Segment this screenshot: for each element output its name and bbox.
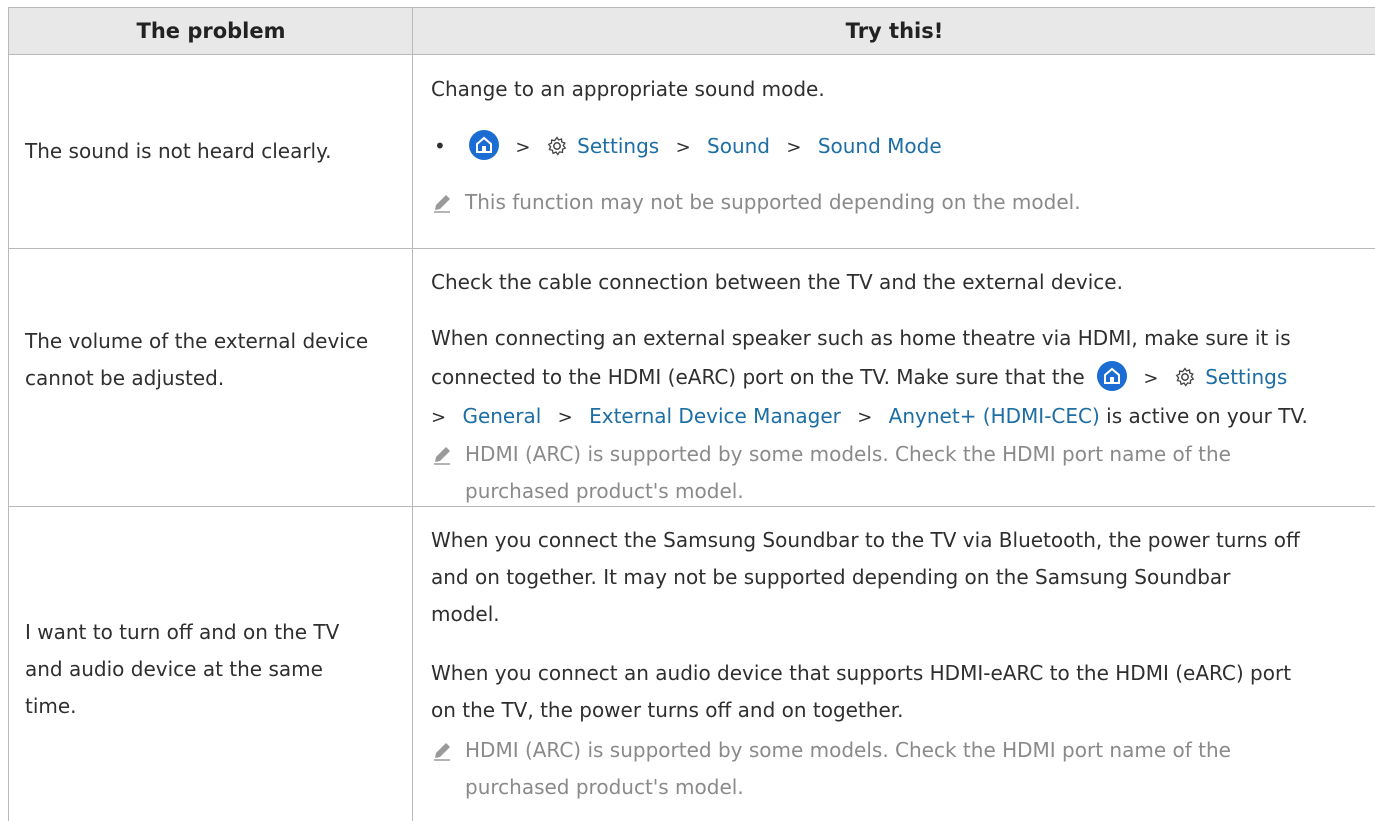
gear-icon [1175, 367, 1195, 387]
solution-text: When you connect an audio device that su… [431, 661, 1292, 722]
menu-path: • > Settings > Sound > Sound Mode [431, 128, 942, 166]
chevron-right-icon: > [857, 407, 873, 428]
problem-text: I want to turn off and on the TV and aud… [25, 620, 340, 718]
header-try-this: Try this! [845, 19, 944, 43]
solution-text: Check the cable connection between the T… [431, 270, 1123, 294]
settings-link[interactable]: Settings [577, 134, 659, 158]
table-row: The volume of the external device cannot… [9, 249, 1375, 507]
chevron-right-icon: > [1143, 368, 1159, 389]
pencil-icon [434, 743, 450, 761]
chevron-right-icon: > [431, 407, 447, 428]
solution-text: Change to an appropriate sound mode. [431, 77, 825, 101]
solution-text: connected to the HDMI (eARC) port on the… [431, 359, 1287, 397]
note: HDMI (ARC) is supported by some models. … [431, 436, 1231, 510]
external-device-manager-link[interactable]: External Device Manager [589, 404, 841, 428]
table-row: The sound is not heard clearly. Change t… [9, 55, 1375, 249]
column-divider [412, 7, 413, 821]
chevron-right-icon: > [675, 137, 691, 158]
note: HDMI (ARC) is supported by some models. … [431, 732, 1231, 806]
solution-text: When connecting an external speaker such… [431, 326, 1291, 350]
chevron-right-icon: > [515, 137, 531, 158]
problem-text: The volume of the external device cannot… [25, 329, 369, 390]
header-problem: The problem [136, 19, 286, 43]
pencil-icon [434, 195, 450, 213]
general-link[interactable]: General [462, 404, 541, 428]
gear-icon [547, 136, 567, 156]
bullet: • [434, 134, 446, 158]
sound-mode-link[interactable]: Sound Mode [818, 134, 942, 158]
home-icon[interactable] [469, 130, 499, 160]
settings-link[interactable]: Settings [1205, 365, 1287, 389]
pencil-icon [434, 447, 450, 465]
chevron-right-icon: > [786, 137, 802, 158]
table-row: I want to turn off and on the TV and aud… [9, 507, 1375, 821]
chevron-right-icon: > [557, 407, 573, 428]
table-header: The problem Try this! [9, 7, 1375, 55]
note: This function may not be supported depen… [431, 184, 1081, 221]
anynet-link[interactable]: Anynet+ (HDMI-CEC) [889, 404, 1100, 428]
sound-link[interactable]: Sound [707, 134, 770, 158]
menu-path: > General > External Device Manager > An… [431, 404, 1308, 428]
solution-text: When you connect the Samsung Soundbar to… [431, 528, 1300, 626]
troubleshooting-table: The problem Try this! The sound is not h… [8, 7, 1375, 821]
problem-text: The sound is not heard clearly. [25, 139, 332, 163]
home-icon[interactable] [1097, 361, 1128, 391]
